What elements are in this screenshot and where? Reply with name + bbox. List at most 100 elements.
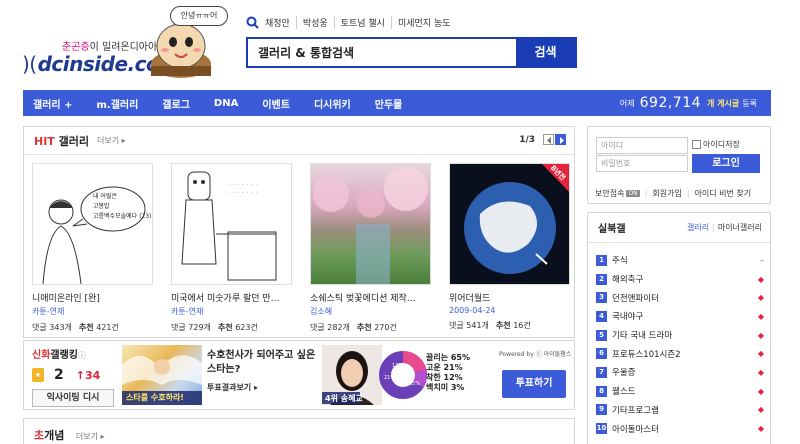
rank-number: 2 [54, 367, 64, 383]
trend-up-icon: ◆ [757, 293, 764, 303]
hit-card-author[interactable]: 2009-04-24 [449, 306, 570, 315]
realtime-gallery-panel: 실북갤 갤러리 | 마이너갤러리 1 주식 – 2 해외축구 ◆ 3 던전앤파이터 ◆ 4 국내야… [587, 212, 771, 444]
exciting-dc-button[interactable]: 익사이팅 디시 [32, 389, 114, 407]
vote-result-link[interactable]: 투표결과보기 ▸ [207, 381, 317, 395]
find-account-link[interactable]: 아이디 비번 찾기 [695, 188, 752, 199]
hot-keyword[interactable]: 채정안 [265, 16, 296, 29]
secure-login-link[interactable]: 보안접속 [595, 188, 624, 199]
trend-up-icon: ◆ [757, 386, 764, 396]
hit-card-thumbnail[interactable]: 내 어릴은 고봉밥 고릉백수모솔예다 (23) [32, 163, 153, 285]
donut-label: 12% [392, 363, 403, 369]
promo-question[interactable]: 수호천사가 되어주고 싶은 스타는? 투표결과보기 ▸ [207, 349, 317, 395]
tab-gallery[interactable]: 갤러리 [687, 223, 709, 232]
main-nav: 갤러리 + m.갤러리 갤로그 DNA 이벤트 디시위키 만두몰 어제 692,… [23, 90, 771, 116]
nav-event[interactable]: 이벤트 [250, 96, 302, 111]
realtime-list: 1 주식 – 2 해외축구 ◆ 3 던전앤파이터 ◆ 4 국내야구 ◆ 5 기타 국내 드라마 ◆ … [596, 251, 764, 438]
concept-more-link[interactable]: 더보기 ▸ [76, 432, 105, 441]
vote-button[interactable]: 투표하기 [502, 370, 566, 398]
list-item[interactable]: 4 국내야구 ◆ [596, 307, 764, 326]
join-link[interactable]: 회원가입 [652, 188, 681, 199]
hit-card[interactable]: 8년전 위어더월드 2009-04-24 댓글 541개 추천 16건 [449, 163, 570, 333]
star-caption: 4위 송혜교 [325, 394, 363, 403]
hit-card-thumbnail[interactable]: 8년전 [449, 163, 570, 285]
list-item[interactable]: 2 해외축구 ◆ [596, 270, 764, 289]
list-item[interactable]: 3 던전앤파이터 ◆ [596, 288, 764, 307]
list-item[interactable]: 10 아이돌마스터 ◆ [596, 419, 764, 438]
hit-card-stats: 댓글 729개 추천 623건 [171, 323, 258, 332]
ranking-row: ★ 2 ↑34 [32, 367, 122, 383]
nav-gallery[interactable]: 갤러리 + [23, 96, 84, 111]
hit-card-stats: 댓글 282개 추천 270건 [310, 323, 397, 332]
nav-mandumall[interactable]: 만두몰 [363, 96, 415, 111]
trend-up-icon: ◆ [757, 367, 764, 377]
nav-gallog[interactable]: 갤로그 [150, 96, 202, 111]
counter-unit: 개 게시글 [707, 98, 740, 108]
realtime-title: 실북갤 [598, 224, 626, 235]
trend-up-icon: ◆ [757, 349, 764, 359]
concept-title[interactable]: 초개념 [34, 429, 64, 442]
angel-promo-image[interactable]: 스타를 수호하라! [122, 345, 202, 405]
hot-keyword[interactable]: 박성웅 [295, 16, 334, 29]
trend-up-icon: ◆ [757, 405, 764, 415]
list-item[interactable]: 7 우울증 ◆ [596, 363, 764, 382]
hit-card-title[interactable]: 소쉐스틱 벚꽃에디션 제작… [310, 291, 431, 304]
search-icon [246, 16, 259, 29]
hit-more-link[interactable]: 더보기 ▸ [97, 135, 126, 146]
hit-card-title[interactable]: 미국에서 미숫가루 팔던 만… [171, 291, 292, 304]
search-input[interactable] [248, 39, 516, 66]
nav-dna[interactable]: DNA [202, 98, 250, 109]
prev-arrow-icon[interactable] [543, 134, 554, 145]
tab-minor-gallery[interactable]: 마이너갤러리 [718, 223, 762, 232]
trend-up-icon: ◆ [757, 424, 764, 434]
list-item[interactable]: 5 기타 국내 드라마 ◆ [596, 326, 764, 345]
hit-gallery-panel: HIT 갤러리 더보기 ▸ 1/3 내 어릴은 고봉밥 고릉백수모솔예다 (23… [23, 126, 575, 338]
ranking-title[interactable]: 신화갤랭킹ⓘ [32, 346, 122, 361]
hit-card-author[interactable]: 카툰-연재 [171, 306, 292, 317]
hot-keywords: 채정안 박성웅 토트넘 챌시 미세먼지 농도 [246, 16, 457, 29]
globe-image [464, 164, 569, 274]
next-arrow-icon[interactable] [555, 134, 566, 145]
hit-card-list: 내 어릴은 고봉밥 고릉백수모솔예다 (23) 니애미온라인 [완] 카툰-연재… [32, 163, 588, 333]
promo-caption: 스타를 수호하라! [126, 393, 184, 402]
nav-dcwiki[interactable]: 디시위키 [302, 96, 363, 111]
powered-by[interactable]: Powered by ⓒ 아이돌챔스 [499, 349, 571, 358]
list-item[interactable]: 9 기타프로그램 ◆ [596, 401, 764, 420]
ranking-panel: 신화갤랭킹ⓘ ★ 2 ↑34 익사이팅 디시 스타를 수호하라! 수호천사가 되… [23, 340, 575, 410]
save-id-checkbox[interactable]: 아이디저장 [692, 139, 740, 150]
hit-card[interactable]: 소쉐스틱 벚꽃에디션 제작… 김소혜 댓글 282개 추천 270건 [310, 163, 431, 333]
post-counter: 어제 692,714 개 게시글 등록 [620, 95, 771, 111]
hot-keyword[interactable]: 토트넘 챌시 [333, 16, 391, 29]
hit-card-stats: 댓글 343개 추천 421건 [32, 323, 119, 332]
poll-results: 끌리는 65% 고운 21% 착한 12% 백치미 3% [426, 353, 471, 392]
trend-up-icon: ◆ [757, 311, 764, 321]
hit-gallery-title[interactable]: HIT 갤러리 [34, 133, 89, 149]
list-item[interactable]: 6 프로듀스101시즌2 ◆ [596, 344, 764, 363]
trend-up-icon: ◆ [757, 274, 764, 284]
star-photo[interactable]: 4위 송혜교 [322, 345, 382, 405]
info-icon[interactable]: ⓘ [78, 351, 86, 360]
nav-mobile-gallery[interactable]: m.갤러리 [84, 96, 150, 111]
hit-card-title[interactable]: 니애미온라인 [완] [32, 291, 153, 304]
rank-change: ↑34 [75, 368, 101, 382]
list-item[interactable]: 8 웰스드 ◆ [596, 382, 764, 401]
thumb-speech-text: 내 어릴은 고봉밥 고릉백수모솔예다 (23) [93, 193, 152, 220]
hit-card[interactable]: 내 어릴은 고봉밥 고릉백수모솔예다 (23) 니애미온라인 [완] 카툰-연재… [32, 163, 153, 333]
hit-card-thumbnail[interactable] [310, 163, 431, 285]
search-button[interactable]: 검색 [516, 39, 575, 66]
password-input[interactable]: 비밀번호 [596, 155, 688, 172]
id-input[interactable]: 아이디 [596, 137, 688, 154]
hit-pager: 1/3 [519, 134, 566, 145]
hit-card-author[interactable]: 김소혜 [310, 306, 431, 317]
hit-card-thumbnail[interactable]: ㆍㆍㆍㆍㆍㆍㆍ ㆍㆍㆍㆍㆍㆍㆍ [171, 163, 292, 285]
trend-up-icon: ◆ [757, 330, 764, 340]
list-item[interactable]: 1 주식 – [596, 251, 764, 270]
login-button[interactable]: 로그인 [692, 154, 760, 173]
hit-card-author[interactable]: 카툰-연재 [32, 306, 153, 317]
hit-card[interactable]: ㆍㆍㆍㆍㆍㆍㆍ ㆍㆍㆍㆍㆍㆍㆍ 미국에서 미숫가루 팔던 만… 카툰-연재 댓글… [171, 163, 292, 333]
secure-badge[interactable]: ON [626, 190, 640, 197]
search-box: 검색 [246, 37, 577, 68]
hot-keyword[interactable]: 미세먼지 농도 [390, 16, 457, 29]
checkbox-icon[interactable] [692, 140, 701, 149]
hit-card-title[interactable]: 위어더월드 [449, 291, 570, 304]
counter-label: 어제 [619, 98, 635, 108]
